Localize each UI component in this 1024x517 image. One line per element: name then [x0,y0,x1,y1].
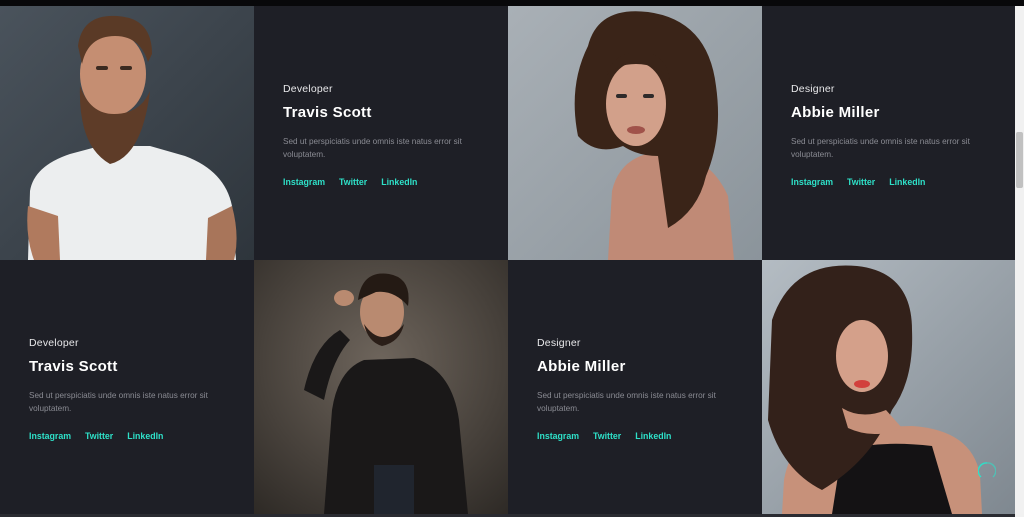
instagram-link[interactable]: Instagram [791,177,833,187]
woman-portrait [508,6,762,260]
member-description: Sed ut perspiciatis unde omnis iste natu… [283,137,462,159]
member-role: Developer [283,83,333,95]
team-photo-travis-scott [0,6,254,260]
team-grid: Developer Travis Scott Sed ut perspiciat… [0,6,1015,514]
twitter-link[interactable]: Twitter [593,431,621,441]
linkedin-link[interactable]: LinkedIn [127,431,163,441]
social-links: Instagram Twitter LinkedIn [29,431,226,441]
member-description: Sed ut perspiciatis unde omnis iste natu… [537,391,716,413]
member-description: Sed ut perspiciatis unde omnis iste natu… [791,137,970,159]
linkedin-link[interactable]: LinkedIn [889,177,925,187]
member-role: Designer [537,337,581,349]
member-name: Abbie Miller [791,104,880,121]
social-links: Instagram Twitter LinkedIn [791,177,987,187]
team-card-travis-scott-2: Developer Travis Scott Sed ut perspiciat… [0,260,254,514]
instagram-link[interactable]: Instagram [283,177,325,187]
member-name: Travis Scott [283,104,372,121]
twitter-link[interactable]: Twitter [85,431,113,441]
social-links: Instagram Twitter LinkedIn [537,431,734,441]
linkedin-link[interactable]: LinkedIn [635,431,671,441]
team-card-travis-scott: Developer Travis Scott Sed ut perspiciat… [254,6,508,260]
team-photo-travis-scott-2 [254,260,508,514]
linkedin-link[interactable]: LinkedIn [381,177,417,187]
instagram-link[interactable]: Instagram [537,431,579,441]
page-scrollbar[interactable] [1015,6,1024,517]
bearded-man-portrait [0,6,254,260]
team-photo-abbie-miller [508,6,762,260]
team-card-abbie-miller-2: Designer Abbie Miller Sed ut perspiciati… [508,260,762,514]
twitter-link[interactable]: Twitter [847,177,875,187]
twitter-link[interactable]: Twitter [339,177,367,187]
member-role: Designer [791,83,835,95]
scroll-to-top-button[interactable] [977,459,997,481]
instagram-link[interactable]: Instagram [29,431,71,441]
member-description: Sed ut perspiciatis unde omnis iste natu… [29,391,208,413]
arrow-up-circle-icon [977,462,997,478]
member-name: Travis Scott [29,358,118,375]
social-links: Instagram Twitter LinkedIn [283,177,480,187]
team-card-abbie-miller: Designer Abbie Miller Sed ut perspiciati… [762,6,1015,260]
scrollbar-thumb[interactable] [1016,132,1023,188]
member-name: Abbie Miller [537,358,626,375]
man-leather-jacket-portrait [254,260,508,514]
member-role: Developer [29,337,79,349]
